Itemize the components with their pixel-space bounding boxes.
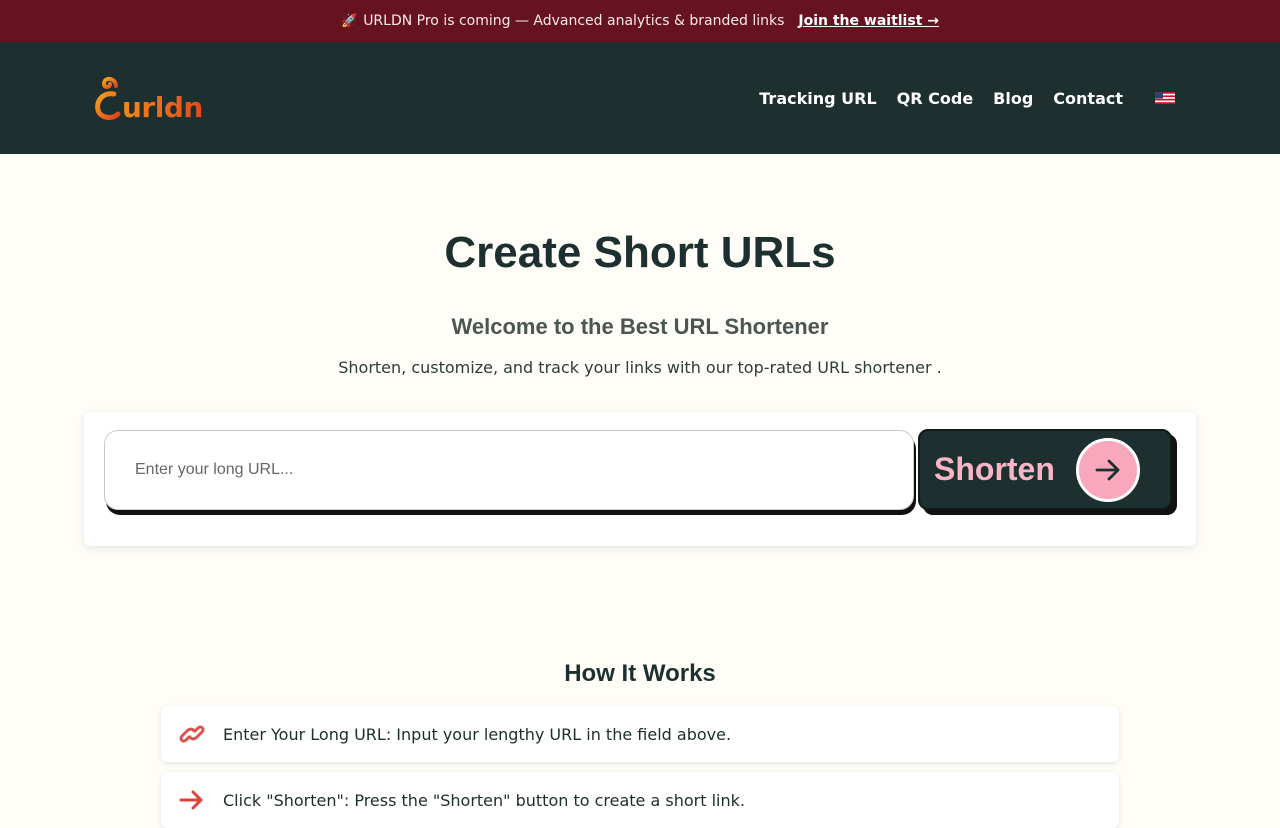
announcement-bar: 🚀 URLDN Pro is coming — Advanced analyti… — [0, 0, 1280, 42]
nav-tracking-url[interactable]: Tracking URL — [759, 89, 876, 108]
arrow-right-icon — [1076, 438, 1140, 502]
hero-subtitle: Welcome to the Best URL Shortener — [451, 314, 829, 339]
link-icon — [177, 719, 207, 749]
shortener-card: Shorten — [84, 412, 1196, 546]
red-arrow-icon — [177, 785, 207, 815]
step-text: Click "Shorten": Press the "Shorten" but… — [223, 790, 745, 810]
shorten-button-label: Shorten — [934, 451, 1055, 487]
main-nav: Tracking URL QR Code Blog Contact — [759, 42, 1175, 154]
announcement-text: URLDN Pro is coming — Advanced analytics… — [363, 13, 785, 29]
site-header: urldn Tracking URL QR Code Blog Contact — [0, 42, 1280, 154]
nav-contact[interactable]: Contact — [1053, 89, 1123, 108]
step-item: Enter Your Long URL: Input your lengthy … — [161, 706, 1119, 762]
nav-blog[interactable]: Blog — [993, 89, 1033, 108]
logo-text: urldn — [122, 91, 203, 124]
rocket-icon: 🚀 — [341, 13, 358, 29]
page-title: Create Short URLs — [444, 228, 836, 277]
step-item: Click "Shorten": Press the "Shorten" but… — [161, 772, 1119, 828]
join-waitlist-link[interactable]: Join the waitlist → — [798, 13, 939, 29]
shorten-button[interactable]: Shorten — [918, 429, 1172, 510]
step-text: Enter Your Long URL: Input your lengthy … — [223, 724, 732, 744]
nav-qr-code[interactable]: QR Code — [897, 89, 974, 108]
us-flag-icon[interactable] — [1155, 92, 1175, 104]
how-it-works-title: How It Works — [564, 660, 716, 687]
hero-description: Shorten, customize, and track your links… — [338, 358, 942, 377]
curl-logo-icon — [95, 77, 121, 120]
site-logo[interactable]: urldn — [94, 72, 203, 122]
long-url-input[interactable] — [104, 430, 914, 510]
